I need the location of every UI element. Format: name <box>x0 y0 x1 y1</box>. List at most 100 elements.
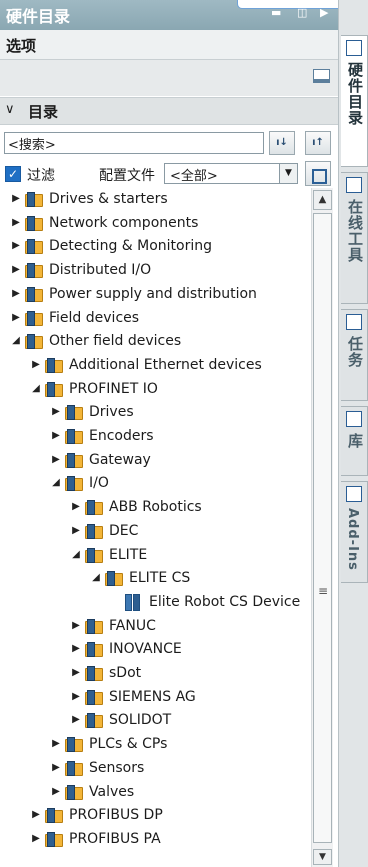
side-tab-label: 在线工具 <box>346 199 364 263</box>
side-tab-hardware-catalog[interactable]: 硬件目录 <box>341 35 368 167</box>
tree-node-label: Drives <box>89 404 134 420</box>
expanded-arrow-icon[interactable]: ◢ <box>30 382 42 396</box>
options-header[interactable]: 选项 <box>0 30 338 60</box>
tree-node-label: I/O <box>89 475 109 491</box>
collapsed-arrow-icon[interactable]: ▶ <box>70 619 82 633</box>
tree-node[interactable]: ▶ Gateway <box>0 449 311 473</box>
tree-node-label: Network components <box>49 215 199 231</box>
side-tab-online-tools[interactable]: 在线工具 <box>341 172 368 304</box>
tree-node[interactable]: ▶ SIEMENS AG <box>0 686 311 710</box>
collapsed-arrow-icon[interactable]: ▶ <box>70 690 82 704</box>
search-down-button[interactable]: ı↓ <box>269 131 295 155</box>
tree-node[interactable]: ◢ ELITE CS <box>0 567 311 591</box>
tree-node[interactable]: ◢ ELITE <box>0 544 311 568</box>
profile-select[interactable]: <全部> ▼ <box>164 163 298 184</box>
scroll-thumb[interactable]: ≡ <box>313 213 332 843</box>
collapsed-arrow-icon[interactable]: ▶ <box>70 524 82 538</box>
side-tab-tasks[interactable]: 任务 <box>341 309 368 401</box>
folder-icon <box>25 334 43 349</box>
libraries-icon <box>346 411 362 427</box>
tree-node[interactable]: ◢ PROFINET IO <box>0 378 311 402</box>
expanded-arrow-icon[interactable]: ◢ <box>50 476 62 490</box>
tree-node[interactable]: ▶ Network components <box>0 212 311 236</box>
tree-node[interactable]: ▶ Power supply and distribution <box>0 283 311 307</box>
collapsed-arrow-icon[interactable]: ▶ <box>70 642 82 656</box>
tree-node[interactable]: Elite Robot CS Device <box>0 591 311 615</box>
collapsed-arrow-icon[interactable]: ▶ <box>50 429 62 443</box>
collapse-icon[interactable]: ▶ <box>320 6 328 19</box>
collapsed-arrow-icon[interactable]: ▶ <box>50 761 62 775</box>
side-tab-label: 任务 <box>346 336 364 368</box>
tree-node[interactable]: ◢ Other field devices <box>0 330 311 354</box>
side-tab-libraries[interactable]: 库 <box>341 406 368 476</box>
tree-node[interactable]: ▶ Distributed I/O <box>0 259 311 283</box>
collapsed-arrow-icon[interactable]: ▶ <box>70 500 82 514</box>
collapsed-arrow-icon[interactable]: ▶ <box>10 216 22 230</box>
tree-node[interactable]: ▶ Additional Ethernet devices <box>0 354 311 378</box>
search-up-button[interactable]: ı↑ <box>305 131 331 155</box>
collapsed-arrow-icon[interactable]: ▶ <box>30 808 42 822</box>
tree-node[interactable]: ▶ SOLIDOT <box>0 709 311 733</box>
tree-node[interactable]: ▶ INOVANCE <box>0 638 311 662</box>
tree-node[interactable]: ▶ DEC <box>0 520 311 544</box>
tree-node[interactable]: ▶ Valves <box>0 781 311 805</box>
pin-icon[interactable]: ▬ <box>271 6 281 19</box>
search-input[interactable] <box>4 132 264 154</box>
tree-node[interactable]: ▶ Drives <box>0 401 311 425</box>
collapsed-arrow-icon[interactable]: ▶ <box>50 453 62 467</box>
filter-checkbox[interactable]: ✓ <box>5 166 21 182</box>
tree-node-label: DEC <box>109 523 139 539</box>
side-tab-label: 硬件目录 <box>346 62 364 126</box>
catalog-header[interactable]: ∨ 目录 <box>0 97 338 125</box>
dropdown-arrow-icon[interactable]: ▼ <box>279 164 297 183</box>
collapsed-arrow-icon[interactable]: ▶ <box>30 358 42 372</box>
folder-icon <box>25 311 43 326</box>
tree-node[interactable]: ▶ Encoders <box>0 425 311 449</box>
collapsed-arrow-icon[interactable]: ▶ <box>70 713 82 727</box>
collapsed-arrow-icon[interactable]: ▶ <box>10 263 22 277</box>
scroll-down-button[interactable]: ▼ <box>313 849 332 865</box>
expanded-arrow-icon[interactable]: ◢ <box>70 548 82 562</box>
tree-node[interactable]: ▶ FANUC <box>0 615 311 639</box>
expanded-arrow-icon[interactable]: ◢ <box>90 571 102 585</box>
tree-node-label: PROFINET IO <box>69 381 158 397</box>
folder-icon <box>25 192 43 207</box>
filter-label: 过滤 <box>27 168 55 184</box>
scroll-up-button[interactable]: ▲ <box>313 190 332 210</box>
tree-node[interactable]: ▶ ABB Robotics <box>0 496 311 520</box>
profile-selected-value: <全部> <box>170 169 218 184</box>
chevron-down-icon[interactable]: ∨ <box>5 102 15 117</box>
tree-node-label: Sensors <box>89 760 145 776</box>
folder-icon <box>85 548 103 563</box>
tree-node[interactable]: ▶ sDot <box>0 662 311 686</box>
side-tab-label: 库 <box>346 433 364 449</box>
tree-node[interactable]: ◢ I/O <box>0 472 311 496</box>
tree-node[interactable]: ▶ Sensors <box>0 757 311 781</box>
collapsed-arrow-icon[interactable]: ▶ <box>10 311 22 325</box>
collapsed-arrow-icon[interactable]: ▶ <box>10 287 22 301</box>
collapsed-arrow-icon[interactable]: ▶ <box>50 737 62 751</box>
tasks-icon <box>346 314 362 330</box>
side-tab-addins[interactable]: Add-Ins <box>341 481 368 583</box>
tree-node[interactable]: ▶ Detecting & Monitoring <box>0 235 311 259</box>
collapsed-arrow-icon[interactable]: ▶ <box>10 239 22 253</box>
float-icon[interactable]: ◫ <box>297 6 307 19</box>
device-icon <box>125 594 142 611</box>
options-toggle-icon[interactable] <box>313 69 330 83</box>
tree-node-label: INOVANCE <box>109 641 182 657</box>
collapsed-arrow-icon[interactable]: ▶ <box>70 666 82 680</box>
folder-icon <box>25 263 43 278</box>
tree-node[interactable]: ▶ PLCs & CPs <box>0 733 311 757</box>
tree-node[interactable]: ▶ PROFIBUS PA <box>0 828 311 852</box>
tree-scrollbar[interactable]: ▲ ≡ ▼ <box>311 188 333 867</box>
tree-node[interactable]: ▶ Field devices <box>0 307 311 331</box>
expanded-arrow-icon[interactable]: ◢ <box>10 334 22 348</box>
collapsed-arrow-icon[interactable]: ▶ <box>30 832 42 846</box>
collapsed-arrow-icon[interactable]: ▶ <box>10 192 22 206</box>
profile-settings-button[interactable] <box>305 161 331 186</box>
tree-node[interactable]: ▶ PROFIBUS DP <box>0 804 311 828</box>
panel-title: 硬件目录 <box>6 7 71 26</box>
collapsed-arrow-icon[interactable]: ▶ <box>50 785 62 799</box>
tree-node[interactable]: ▶ Drives & starters <box>0 188 311 212</box>
collapsed-arrow-icon[interactable]: ▶ <box>50 405 62 419</box>
